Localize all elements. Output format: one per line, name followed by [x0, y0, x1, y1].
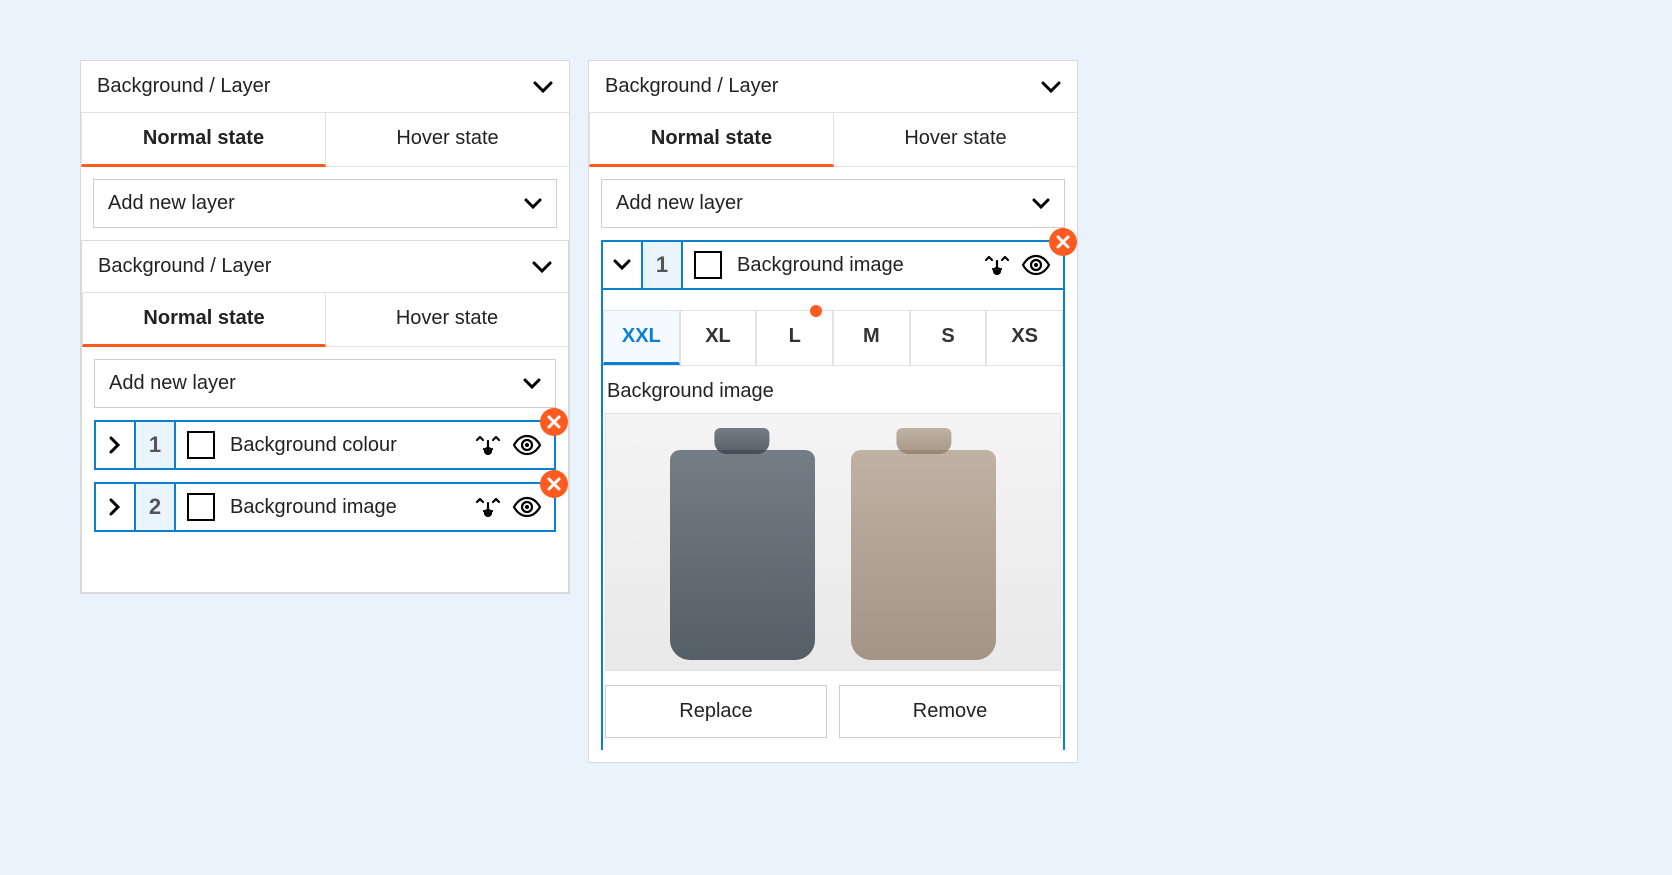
- section-header[interactable]: Background / Layer: [589, 61, 1077, 113]
- layer-label: Background image: [733, 254, 983, 277]
- nested-panel: Background / Layer Normal state Hover st…: [81, 240, 569, 593]
- tab-normal-state[interactable]: Normal state: [589, 113, 834, 167]
- breakpoint-l[interactable]: L: [756, 310, 833, 365]
- drag-handle-icon[interactable]: [474, 493, 502, 521]
- replace-button[interactable]: Replace: [605, 685, 827, 738]
- tab-label: Normal state: [143, 127, 264, 149]
- remove-button[interactable]: Remove: [839, 685, 1061, 738]
- visibility-toggle[interactable]: [1021, 251, 1051, 279]
- eye-icon: [512, 496, 542, 518]
- tab-hover-state[interactable]: Hover state: [326, 293, 568, 346]
- chevron-down-icon: [532, 260, 552, 274]
- swatch-icon: [187, 493, 215, 521]
- eye-icon: [1021, 254, 1051, 276]
- layer-detail: XXLXLLMSXS Background image Replace Remo…: [601, 290, 1065, 750]
- add-new-layer-select[interactable]: Add new layer: [93, 179, 557, 228]
- layer-row[interactable]: 2 Background image: [94, 482, 556, 532]
- section-title: Background / Layer: [605, 75, 778, 98]
- breakpoint-tabs: XXLXLLMSXS: [603, 310, 1063, 366]
- layer-number: 2: [136, 484, 176, 530]
- section-title: Background / Layer: [97, 75, 270, 98]
- select-label: Add new layer: [109, 372, 236, 395]
- layer-row[interactable]: 1 Background colour: [94, 420, 556, 470]
- tab-normal-state[interactable]: Normal state: [82, 293, 326, 347]
- tab-hover-state[interactable]: Hover state: [834, 113, 1077, 166]
- layer-row-expanded[interactable]: 1 Background image: [601, 240, 1065, 290]
- delete-layer-button[interactable]: [540, 408, 568, 436]
- close-icon: [1056, 235, 1070, 249]
- select-label: Add new layer: [616, 192, 743, 215]
- chevron-right-icon: [109, 498, 121, 516]
- close-icon: [547, 415, 561, 429]
- delete-layer-button[interactable]: [540, 470, 568, 498]
- expand-toggle[interactable]: [96, 484, 136, 530]
- breakpoint-m[interactable]: M: [833, 310, 910, 365]
- nested-state-tabs: Normal state Hover state: [82, 293, 568, 347]
- breakpoint-xl[interactable]: XL: [680, 310, 757, 365]
- drag-handle-icon[interactable]: [983, 251, 1011, 279]
- add-new-layer-select[interactable]: Add new layer: [601, 179, 1065, 228]
- select-label: Add new layer: [108, 192, 235, 215]
- tab-label: Normal state: [651, 127, 772, 149]
- swatch-icon: [694, 251, 722, 279]
- state-tabs: Normal state Hover state: [589, 113, 1077, 167]
- expand-toggle[interactable]: [96, 422, 136, 468]
- visibility-toggle[interactable]: [512, 493, 542, 521]
- breakpoint-xxl[interactable]: XXL: [603, 310, 680, 365]
- breakpoint-xs[interactable]: XS: [986, 310, 1063, 365]
- layer-number: 1: [136, 422, 176, 468]
- button-label: Remove: [913, 700, 987, 722]
- button-label: Replace: [679, 700, 752, 722]
- chevron-down-icon: [523, 378, 541, 390]
- preview-graphic: [851, 450, 996, 660]
- field-label: Background image: [605, 366, 1061, 413]
- nested-add-new-layer-select[interactable]: Add new layer: [94, 359, 556, 408]
- tab-label: Hover state: [904, 127, 1006, 149]
- image-preview[interactable]: [605, 413, 1061, 671]
- tab-label: Hover state: [396, 127, 498, 149]
- section-header[interactable]: Background / Layer: [81, 61, 569, 113]
- expand-toggle[interactable]: [603, 242, 643, 288]
- visibility-toggle[interactable]: [512, 431, 542, 459]
- chevron-down-icon: [1041, 80, 1061, 94]
- right-panel: Background / Layer Normal state Hover st…: [588, 60, 1078, 763]
- layer-number: 1: [643, 242, 683, 288]
- tab-hover-state[interactable]: Hover state: [326, 113, 569, 166]
- delete-layer-button[interactable]: [1049, 228, 1077, 256]
- chevron-right-icon: [109, 436, 121, 454]
- layer-swatch[interactable]: [176, 422, 226, 468]
- layer-label: Background colour: [226, 434, 474, 457]
- chevron-down-icon: [524, 198, 542, 210]
- tab-label: Hover state: [396, 307, 498, 329]
- chevron-down-icon: [533, 80, 553, 94]
- section-title: Background / Layer: [98, 255, 271, 278]
- eye-icon: [512, 434, 542, 456]
- state-tabs: Normal state Hover state: [81, 113, 569, 167]
- tab-normal-state[interactable]: Normal state: [81, 113, 326, 167]
- left-panel: Background / Layer Normal state Hover st…: [80, 60, 570, 594]
- preview-graphic: [670, 450, 815, 660]
- swatch-icon: [187, 431, 215, 459]
- indicator-dot: [810, 305, 822, 317]
- nested-section-header[interactable]: Background / Layer: [82, 241, 568, 293]
- chevron-down-icon: [1032, 198, 1050, 210]
- chevron-down-icon: [613, 259, 631, 271]
- close-icon: [547, 477, 561, 491]
- breakpoint-s[interactable]: S: [910, 310, 987, 365]
- drag-handle-icon[interactable]: [474, 431, 502, 459]
- tab-label: Normal state: [143, 307, 264, 329]
- layer-swatch[interactable]: [683, 242, 733, 288]
- layer-swatch[interactable]: [176, 484, 226, 530]
- layer-label: Background image: [226, 496, 474, 519]
